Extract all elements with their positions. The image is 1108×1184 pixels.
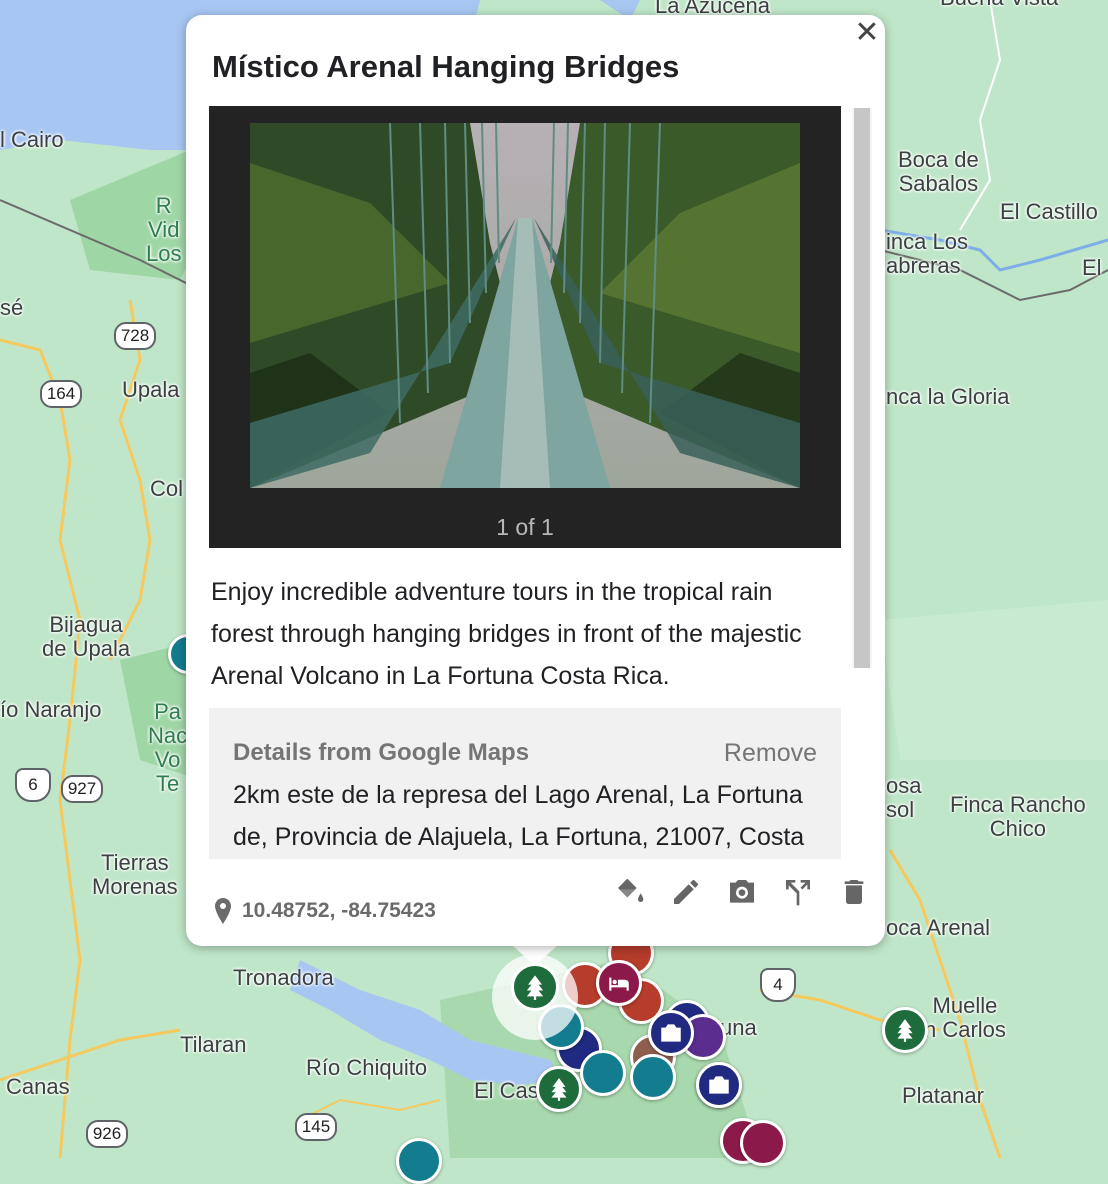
map-label-el-cairo: l Cairo [0,127,64,152]
map-label-muelle: Muelle n Carlos [924,993,1006,1042]
route-shield-728: 728 [114,322,156,350]
location-pin-icon [215,898,231,924]
trash-icon[interactable] [835,873,873,911]
paint-bucket-icon[interactable] [611,873,649,911]
map-label-tronadora: Tronadora [233,965,334,990]
map-label-rvl: R Vid Los [146,193,182,266]
map-label-el-castillo-lower: El Cas [474,1078,539,1103]
map-label-boca-de-sabalos: Boca de Sabalos [898,147,979,196]
map-label-rio-naranjo: ío Naranjo [0,697,102,722]
coordinates-text: 10.48752, -84.75423 [242,899,436,922]
map-label-upala: Upala [122,377,180,402]
route-shield-145: 145 [295,1113,337,1141]
popup-tail [511,944,559,966]
route-shield-927: 927 [61,775,103,803]
marker-camera-icon[interactable] [696,1062,742,1108]
map-label-el-castillo: El Castillo [1000,199,1098,224]
us-route-shield-6: 6 [15,768,51,802]
map-label-el-right: El [1082,255,1102,280]
map-label-jose: sé [0,295,24,320]
photo-viewer[interactable]: 1 of 1 [209,106,841,548]
us-route-shield-4: 4 [760,968,796,1002]
popup-toolbar [611,873,873,911]
route-shield-926: 926 [86,1120,128,1148]
map-label-bijagua: Bijagua de Upala [42,612,131,661]
map-label-rio-chiquito: Río Chiquito [306,1055,428,1080]
marker-park-icon[interactable] [536,1066,582,1112]
place-title: Místico Arenal Hanging Bridges [212,49,680,84]
scrollbar-thumb[interactable] [854,108,870,668]
pencil-icon[interactable] [667,873,705,911]
map-label-canas: Canas [6,1074,70,1099]
map-label-finca-rancho-chico: Finca Rancho Chico [950,792,1086,841]
close-icon[interactable]: ✕ [854,18,880,48]
directions-icon[interactable] [779,873,817,911]
selected-park-marker-icon[interactable] [492,954,578,1040]
remove-details-link[interactable]: Remove [724,739,817,768]
photo-counter: 1 of 1 [496,514,554,540]
camera-icon[interactable] [723,873,761,911]
marker-waves-icon[interactable] [630,1054,676,1100]
map-label-tilaran: Tilaran [180,1032,247,1057]
place-photo[interactable] [250,123,800,488]
map-label-finca-la-gloria: nca la Gloria [886,384,1010,409]
place-description: Enjoy incredible adventure tours in the … [211,578,802,690]
marker-park-icon[interactable] [882,1007,928,1053]
marker-camera-icon[interactable] [648,1010,694,1056]
map-label-col: Col [150,476,184,501]
map-label-parque: Pa Nac Vo Te [148,699,188,796]
map-label-finca-los-cabreras: inca Los abreras [886,229,968,278]
place-info-popup: ✕ Místico Arenal Hanging Bridges 1 of 1 … [186,15,885,946]
map-label-rosa-sol: osa sol [886,773,922,822]
marker-lodging-icon[interactable] [596,960,642,1006]
map-label-boca-arenal: oca Arenal [886,915,990,940]
google-maps-details: Details from Google Maps Remove 2km este… [209,708,841,859]
map-label-platanar: Platanar [902,1083,984,1108]
marker-waterfall-icon[interactable] [396,1138,442,1184]
marker-lodging-icon[interactable] [740,1120,786,1166]
route-shield-164: 164 [40,380,82,408]
coordinates: 10.48752, -84.75423 [214,898,436,924]
details-address: 2km este de la represa del Lago Arenal, … [233,781,805,851]
map-label-buena-vista: Buena Vista [940,0,1058,10]
marker-waterfall-icon[interactable] [580,1050,626,1096]
map-label-tierras-morenas: Tierras Morenas [92,850,178,899]
details-heading: Details from Google Maps [233,739,530,766]
